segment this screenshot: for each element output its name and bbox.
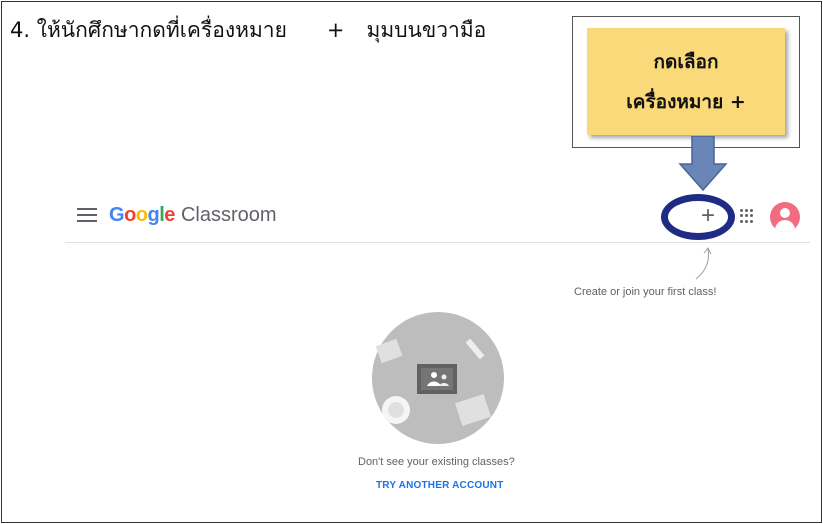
account-avatar[interactable] [770,202,800,232]
try-another-account-link[interactable]: TRY ANOTHER ACCOUNT [376,480,504,491]
menu-icon[interactable] [77,208,97,224]
callout-box: กดเลือก เครื่องหมาย + [572,16,800,148]
hint-arrow [695,247,712,280]
existing-classes-question: Don't see your existing classes? [358,456,515,468]
classroom-illustration [372,312,504,444]
classroom-wordmark: Classroom [180,204,277,226]
instruction-text: 4. ให้นักศึกษากดที่เครื่องหมาย + มุมบนขวาม… [10,14,486,47]
instruction-main: 4. ให้นักศึกษากดที่เครื่องหมาย [10,18,287,42]
classroom-topbar: Google Classroom + [65,190,810,243]
google-classroom-logo[interactable]: Google Classroom [109,204,277,227]
callout-note: กดเลือก เครื่องหมาย + [587,28,785,135]
create-join-class-button[interactable]: + [693,202,723,232]
callout-line-2: เครื่องหมาย + [626,90,746,113]
callout-line-1: กดเลือก [653,50,719,73]
slide-frame: 4. ให้นักศึกษากดที่เครื่องหมาย + มุมบนขวาม… [1,1,822,523]
create-hint: Create or join your first class! [574,286,717,298]
apps-grid-icon[interactable] [740,209,754,223]
arrow-down-icon [678,136,728,192]
google-wordmark: Google [109,204,175,226]
instruction-plus: + [326,18,345,42]
instruction-rest: มุมบนขวามือ [366,18,487,42]
